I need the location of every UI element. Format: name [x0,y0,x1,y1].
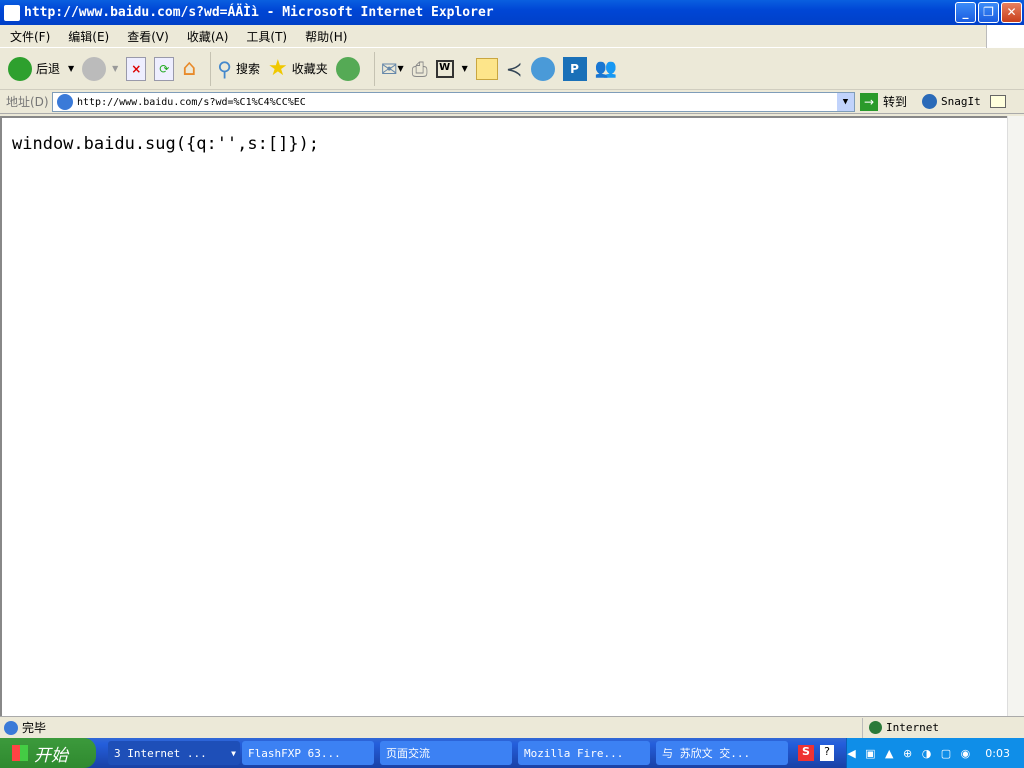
restore-button[interactable]: ❐ [978,2,999,23]
history-button[interactable] [335,56,360,81]
start-label: 开始 [34,745,68,766]
search-button[interactable]: ⚲ 搜索 [217,57,260,81]
close-button[interactable]: ✕ [1001,2,1022,23]
edit-button[interactable]: W ▼ [435,59,468,78]
go-label: 转到 [883,95,908,109]
system-tray: ◀ ▣ ▲ ⊕ ◑ ▢ ◉ 0:03 [846,738,1024,768]
menu-help[interactable]: 帮助(H) [305,28,347,45]
clock: 0:03 [985,746,1010,760]
notes-button[interactable] [475,57,498,80]
menu-file[interactable]: 文件(F) [10,28,50,45]
windows-flag-icon [12,745,28,761]
security-zone: Internet [862,717,939,738]
mail-button[interactable]: ✉ ▼ [381,57,404,81]
windows-logo-icon [986,25,1024,48]
sticky-note-icon [475,57,498,80]
search-icon: ⚲ [217,56,232,81]
task-label: 页面交流 [386,747,430,760]
stop-icon: × [126,56,147,81]
home-icon: ⌂ [182,56,197,81]
back-arrow-icon [8,56,32,81]
menu-edit[interactable]: 编辑(E) [68,28,109,45]
menu-view[interactable]: 查看(V) [127,28,169,45]
page-content: window.baidu.sug({q:'',s:[]}); [0,116,1007,716]
favorites-label: 收藏夹 [291,62,328,76]
response-text: window.baidu.sug({q:'',s:[]}); [12,134,320,154]
task-internet-explorer[interactable]: 3 Internet ... ▼ [108,741,240,765]
menu-favorites[interactable]: 收藏(A) [187,28,229,45]
tool-button[interactable] [530,56,555,81]
address-label: 地址(D) [6,95,49,109]
favorites-button[interactable]: ★ 收藏夹 [268,56,328,81]
ie-page-icon [57,94,73,110]
status-bar: 完毕 Internet [0,716,1024,738]
snagit-label: SnagIt [941,95,981,108]
swift-button[interactable]: ≺ [506,57,523,81]
task-flashfxp[interactable]: FlashFXP 63... [242,741,374,765]
snagit-icon [922,94,937,109]
task-label: 与 苏欣文 交... [662,747,751,760]
title-bar: http://www.baidu.com/s?wd=ÁÄÌì - Microso… [0,0,1024,25]
tray-icons[interactable]: ◀ ▣ ▲ ⊕ ◑ ▢ ◉ [847,747,973,760]
address-url: http://www.baidu.com/s?wd=%C1%C4%CC%EC [77,96,306,108]
refresh-icon: ⟳ [154,56,175,81]
p-logo-icon: P [562,56,587,81]
search-label: 搜索 [235,62,260,76]
menu-bar: 文件(F) 编辑(E) 查看(V) 收藏(A) 工具(T) 帮助(H) [0,25,1024,48]
task-folder[interactable]: 页面交流 [380,741,512,765]
task-label: FlashFXP 63... [248,746,341,760]
snagit-button[interactable]: SnagIt [922,94,981,109]
toolbar-separator [373,51,375,86]
ie-page-icon [4,720,18,735]
stop-button[interactable]: × [126,56,147,81]
ie-page-icon [4,4,20,21]
help-icon[interactable]: ? [820,745,834,761]
task-label: 3 Internet ... [114,746,207,760]
zone-label: Internet [886,721,939,734]
bird-icon: ≺ [505,56,523,81]
star-icon: ★ [267,56,288,81]
minimize-button[interactable]: _ [955,2,976,23]
back-label: 后退 [36,62,61,76]
vertical-scrollbar[interactable] [1007,116,1024,716]
snagit-capture-icon[interactable] [990,95,1006,108]
window-title: http://www.baidu.com/s?wd=ÁÄÌì - Microso… [24,5,494,20]
messenger-icon: 👥 [594,58,617,79]
address-dropdown-button[interactable]: ▼ [837,93,854,111]
messenger-button[interactable]: 👥 [595,58,617,79]
p-button[interactable]: P [562,56,587,81]
home-button[interactable]: ⌂ [182,56,196,81]
task-label: Mozilla Fire... [524,746,624,760]
forward-button[interactable]: ▼ [82,56,118,81]
word-icon: W [435,59,454,78]
satellite-icon [530,56,555,81]
address-bar: 地址(D) http://www.baidu.com/s?wd=%C1%C4%C… [0,90,1024,114]
address-input[interactable]: http://www.baidu.com/s?wd=%C1%C4%CC%EC ▼ [52,92,855,112]
menu-tools[interactable]: 工具(T) [246,28,287,45]
task-firefox[interactable]: Mozilla Fire... [518,741,650,765]
history-icon [335,56,360,81]
mail-icon: ✉ [380,56,398,81]
go-arrow-icon: → [860,92,878,111]
refresh-button[interactable]: ⟳ [154,56,175,81]
sogou-icon[interactable]: S [798,745,814,761]
printer-icon: ⎙ [411,56,428,81]
taskbar: 开始 3 Internet ... ▼ FlashFXP 63... 页面交流 M… [0,738,1024,768]
start-button[interactable]: 开始 [0,738,96,768]
toolbar: 后退 ▼ ▼ × ⟳ ⌂ ⚲ 搜索 ★ 收藏夹 ✉ ▼ ⎙ W ▼ ≺ P 👥 [0,48,1024,90]
task-chat[interactable]: 与 苏欣文 交... [656,741,788,765]
back-button[interactable]: 后退 ▼ [8,56,74,81]
forward-arrow-icon [82,56,107,81]
status-text: 完毕 [22,721,47,735]
globe-icon [869,721,882,734]
toolbar-separator [210,51,212,86]
print-button[interactable]: ⎙ [412,57,428,81]
go-button[interactable]: → 转到 [860,92,908,111]
